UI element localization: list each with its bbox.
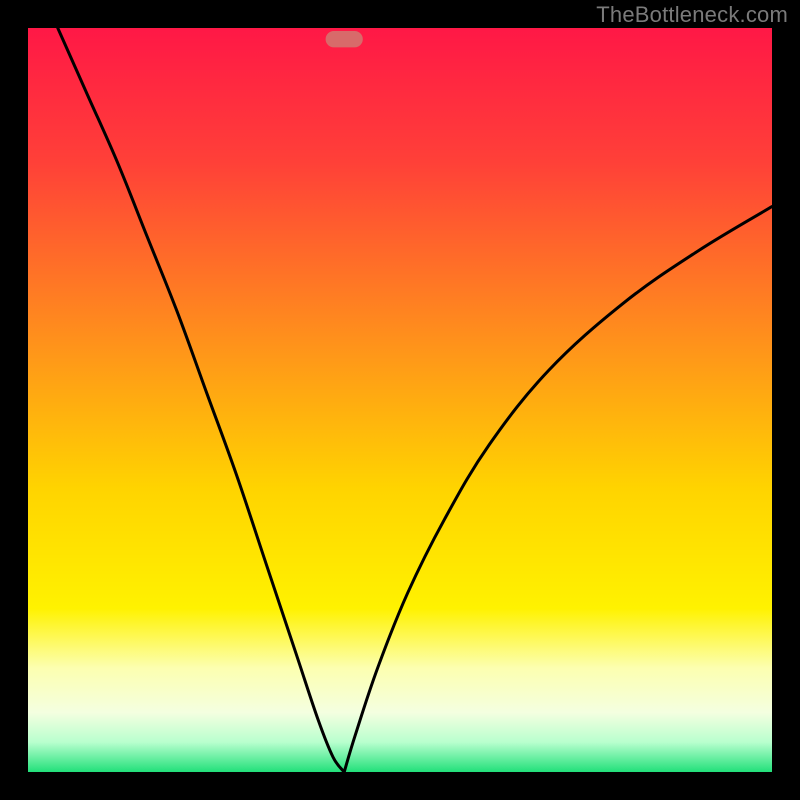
plot-area: [28, 28, 772, 772]
watermark-text: TheBottleneck.com: [596, 2, 788, 28]
dip-marker: [326, 31, 363, 47]
gradient-background: [28, 28, 772, 772]
chart-svg: [28, 28, 772, 772]
chart-frame: TheBottleneck.com: [0, 0, 800, 800]
dip-marker-rect: [326, 31, 363, 47]
